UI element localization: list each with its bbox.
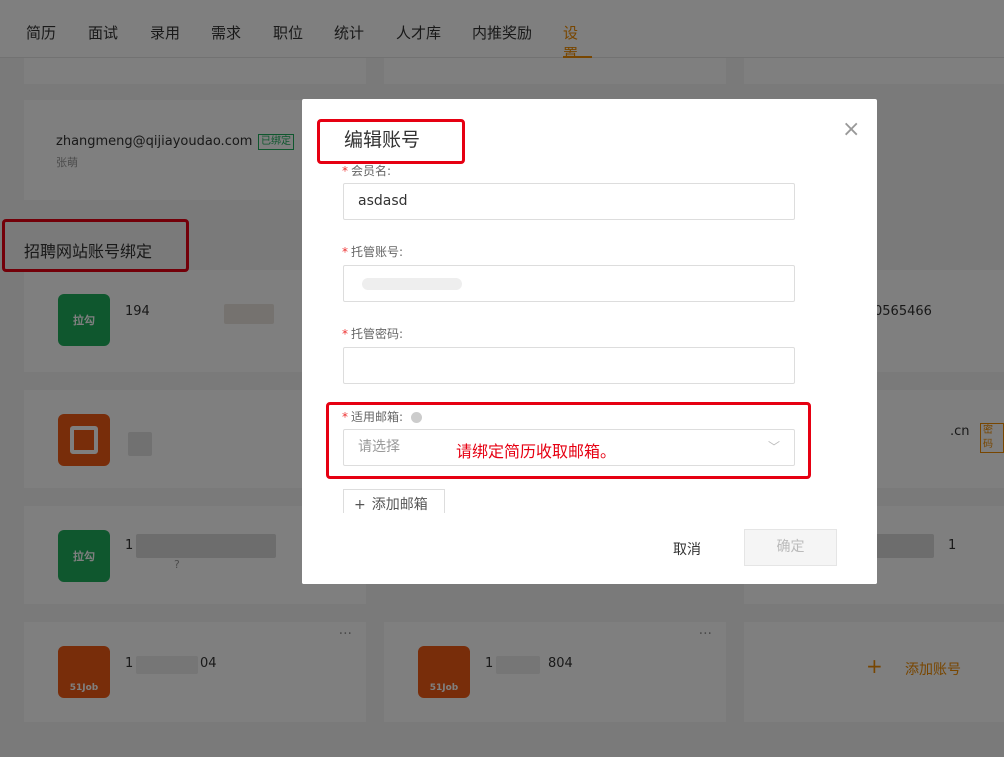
hosted-password-label: * 托管密码: xyxy=(342,325,403,342)
plus-icon: + xyxy=(354,497,366,513)
add-email-label: 添加邮箱 xyxy=(371,497,428,513)
required-mark: * xyxy=(342,164,348,178)
required-mark: * xyxy=(342,327,348,341)
member-name-label-text: 会员名: xyxy=(351,164,392,178)
annotation-box-title xyxy=(317,119,465,164)
annotation-box-email xyxy=(326,402,811,479)
hosted-account-input[interactable] xyxy=(343,265,795,302)
hosted-account-label-text: 托管账号: xyxy=(351,245,404,259)
member-name-input[interactable]: asdasd xyxy=(343,183,795,220)
required-mark: * xyxy=(342,245,348,259)
confirm-button[interactable]: 确定 xyxy=(744,529,837,566)
cancel-button[interactable]: 取消 xyxy=(652,533,722,567)
hosted-password-label-text: 托管密码: xyxy=(351,327,404,341)
member-name-label: * 会员名: xyxy=(342,162,391,179)
hosted-account-label: * 托管账号: xyxy=(342,243,403,260)
redaction xyxy=(362,278,462,290)
close-icon[interactable]: × xyxy=(842,117,860,142)
edit-account-modal: 编辑账号 × * 会员名: asdasd * 托管账号: * 托管密码: * 适用邮箱:… xyxy=(302,99,877,584)
hosted-password-input[interactable] xyxy=(343,347,795,384)
